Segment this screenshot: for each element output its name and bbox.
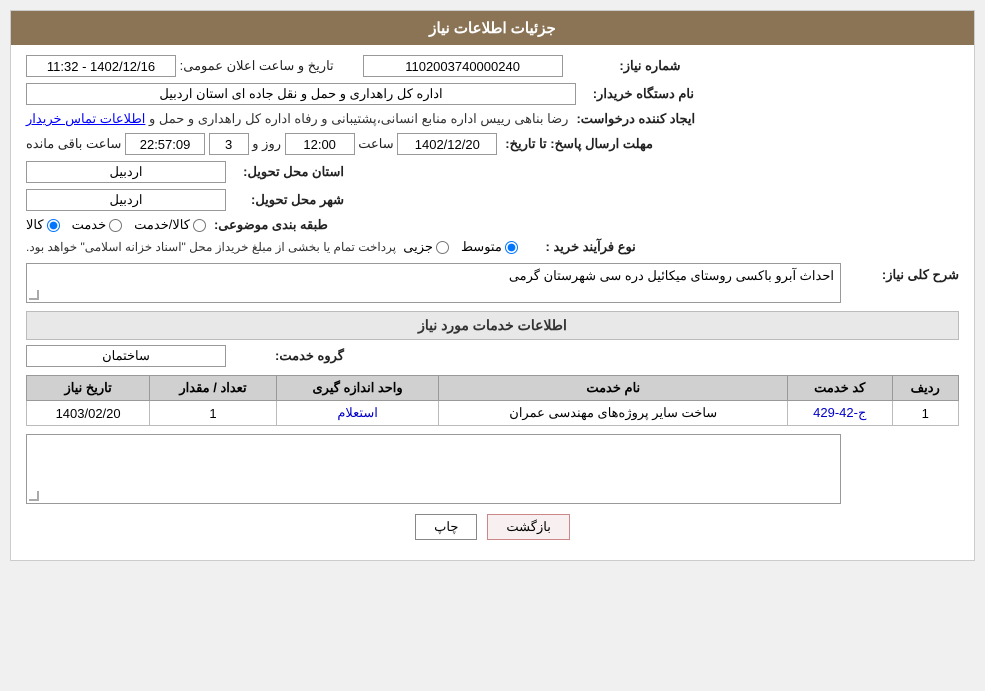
subject-row: طبقه بندی موضوعی: کالا/خدمت خدمت کالا (26, 217, 959, 233)
table-cell-5: 1403/02/20 (27, 401, 150, 426)
purchase-type-radio-jozi[interactable] (436, 241, 449, 254)
delivery-province-value: اردبیل (26, 161, 226, 183)
col-service-name: نام خدمت (439, 376, 788, 401)
table-cell-2: ساخت سایر پروژه‌های مهندسی عمران (439, 401, 788, 426)
response-time-label: ساعت (358, 136, 393, 152)
contact-link-separator (145, 112, 149, 127)
service-group-label: گروه خدمت: (234, 348, 344, 364)
request-number-label: شماره نیاز: (571, 58, 681, 74)
table-cell-1: ج-42-429 (788, 401, 893, 426)
purchase-type-row: نوع فرآیند خرید : متوسط جزیی پرداخت تمام… (26, 239, 959, 255)
subject-option-kala-khedmat[interactable]: کالا/خدمت (134, 217, 206, 233)
buyer-name-row: نام دستگاه خریدار: اداره کل راهداری و حم… (26, 83, 959, 105)
buyer-notes-section (26, 434, 959, 504)
creator-row: ایجاد کننده درخواست: رضا بناهی رییس ادار… (26, 111, 959, 127)
col-unit: واحد اندازه گیری (276, 376, 439, 401)
subject-label-kala-khedmat: کالا/خدمت (134, 217, 190, 233)
service-group-value: ساختمان (26, 345, 226, 367)
buyer-name-value: اداره کل راهداری و حمل و نقل جاده ای است… (26, 83, 576, 105)
col-need-date: تاریخ نیاز (27, 376, 150, 401)
contact-link[interactable]: اطلاعات تماس خریدار (26, 111, 145, 127)
resize-handle-notes (29, 491, 39, 501)
response-time-value: 12:00 (285, 133, 355, 155)
delivery-city-label: شهر محل تحویل: (234, 192, 344, 208)
content-area: شماره نیاز: 1102003740000240 تاریخ و ساع… (11, 45, 974, 560)
creator-value: رضا بناهی رییس اداره منابع انسانی،پشتیبا… (149, 111, 568, 127)
purchase-type-note: پرداخت تمام یا بخشی از مبلغ خریداز محل "… (26, 240, 396, 254)
resize-handle (29, 290, 39, 300)
response-deadline-row: مهلت ارسال پاسخ: تا تاریخ: 1402/12/20 سا… (26, 133, 959, 155)
purchase-type-option-motavasset[interactable]: متوسط (461, 239, 518, 255)
subject-label-khedmat: خدمت (72, 217, 107, 233)
col-quantity: تعداد / مقدار (150, 376, 277, 401)
purchase-type-label-motavasset: متوسط (461, 239, 502, 255)
table-row: 1ج-42-429ساخت سایر پروژه‌های مهندسی عمرا… (27, 401, 959, 426)
announcement-date-label: تاریخ و ساعت اعلان عمومی: (180, 58, 334, 74)
subject-radio-kala[interactable] (47, 219, 60, 232)
general-description-section: شرح کلی نیاز: احداث آبرو باکسی روستای می… (26, 263, 959, 303)
subject-radio-kala-khedmat[interactable] (193, 219, 206, 232)
response-date-value: 1402/12/20 (397, 133, 497, 155)
purchase-type-label: نوع فرآیند خرید : (526, 239, 636, 255)
response-day-label: روز و (252, 136, 281, 152)
main-container: جزئیات اطلاعات نیاز شماره نیاز: 11020037… (10, 10, 975, 561)
response-remaining-label: ساعت باقی مانده (26, 136, 121, 152)
col-service-code: کد خدمت (788, 376, 893, 401)
request-number-row: شماره نیاز: 1102003740000240 تاریخ و ساع… (26, 55, 959, 77)
page-header: جزئیات اطلاعات نیاز (11, 11, 974, 45)
purchase-type-radio-motavasset[interactable] (505, 241, 518, 254)
subject-radio-group: کالا/خدمت خدمت کالا (26, 217, 206, 233)
table-cell-4: 1 (150, 401, 277, 426)
creator-label: ایجاد کننده درخواست: (576, 111, 695, 127)
delivery-province-row: استان محل تحویل: اردبیل (26, 161, 959, 183)
table-cell-3: استعلام (276, 401, 439, 426)
purchase-type-option-jozi[interactable]: جزیی (403, 239, 449, 255)
services-table: ردیف کد خدمت نام خدمت واحد اندازه گیری ت… (26, 375, 959, 426)
subject-radio-khedmat[interactable] (109, 219, 122, 232)
delivery-province-label: استان محل تحویل: (234, 164, 344, 180)
response-day-value: 3 (209, 133, 249, 155)
purchase-type-label-jozi: جزیی (403, 239, 433, 255)
delivery-city-value: اردبیل (26, 189, 226, 211)
subject-label-kala: کالا (26, 217, 44, 233)
announcement-date-value: 1402/12/16 - 11:32 (26, 55, 176, 77)
response-deadline-label: مهلت ارسال پاسخ: تا تاریخ: (505, 136, 653, 152)
services-table-section: ردیف کد خدمت نام خدمت واحد اندازه گیری ت… (26, 375, 959, 426)
subject-option-kala[interactable]: کالا (26, 217, 60, 233)
buyer-notes-box (26, 434, 841, 504)
print-button[interactable]: چاپ (415, 514, 477, 540)
back-button[interactable]: بازگشت (487, 514, 569, 540)
bottom-buttons: بازگشت چاپ (26, 514, 959, 540)
service-group-row: گروه خدمت: ساختمان (26, 345, 959, 367)
services-section-title: اطلاعات خدمات مورد نیاز (26, 311, 959, 340)
delivery-city-row: شهر محل تحویل: اردبیل (26, 189, 959, 211)
general-description-value: احداث آبرو باکسی روستای میکائیل دره سی ش… (509, 268, 834, 283)
general-description-box: احداث آبرو باکسی روستای میکائیل دره سی ش… (26, 263, 841, 303)
general-description-label: شرح کلی نیاز: (882, 267, 959, 282)
col-row-num: ردیف (892, 376, 959, 401)
page-title: جزئیات اطلاعات نیاز (429, 20, 556, 37)
request-number-value: 1102003740000240 (363, 55, 563, 77)
purchase-type-radio-group: متوسط جزیی (403, 239, 518, 255)
subject-label: طبقه بندی موضوعی: (214, 217, 328, 233)
buyer-name-label: نام دستگاه خریدار: (584, 86, 694, 102)
table-cell-0: 1 (892, 401, 959, 426)
subject-option-khedmat[interactable]: خدمت (72, 217, 123, 233)
response-remaining-value: 22:57:09 (125, 133, 205, 155)
